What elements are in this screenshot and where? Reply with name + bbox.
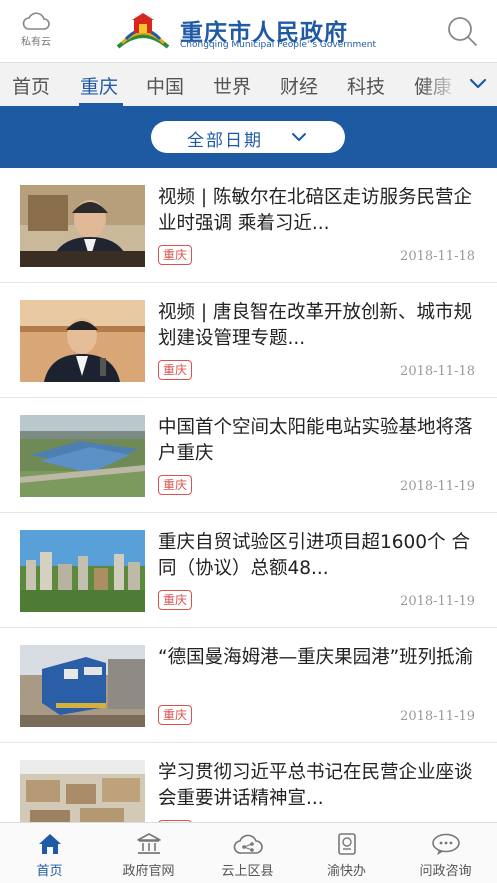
date-filter-label: 全部日期 (187, 131, 263, 151)
date-filter-dropdown[interactable]: 全部日期 (151, 121, 345, 153)
news-title: 视频 | 唐良智在改革开放创新、城市规划建设管理专题... (158, 302, 472, 349)
news-date: 2018-11-18 (400, 249, 475, 264)
news-date: 2018-11-19 (400, 594, 475, 609)
channel-tabs: 首页 重庆 中国 世界 财经 科技 健康 (0, 62, 497, 107)
tab-chongqing[interactable]: 重庆 (80, 72, 118, 99)
news-list: 视频 | 陈敏尔在北碚区走访服务民营企业时强调 乘着习近... 重庆 2018-… (0, 168, 497, 822)
nav-yu-kuai-ban-label: 渝快办 (326, 864, 366, 879)
news-thumbnail (20, 530, 145, 612)
search-icon (448, 17, 477, 46)
chat-bubble-icon (431, 833, 460, 855)
chongqing-emblem (116, 13, 170, 49)
government-logo: 重庆市人民政府 Chongqing Municipal People' s Go… (114, 11, 384, 55)
nav-consultation-label: 问政咨询 (419, 864, 472, 879)
news-date: 2018-11-19 (400, 479, 475, 494)
news-item[interactable]: “德国曼海姆港—重庆果园港”班列抵渝 重庆 2018-11-19 (0, 628, 497, 743)
news-thumbnail (20, 645, 145, 727)
nav-government-site[interactable]: 政府官网 (99, 823, 198, 883)
news-date: 2018-11-19 (400, 709, 475, 724)
news-title: 视频 | 陈敏尔在北碚区走访服务民营企业时强调 乘着习近... (158, 187, 472, 234)
cloud-icon (22, 12, 50, 30)
news-title: 重庆自贸试验区引进项目超1600个 合同（协议）总额48... (158, 532, 470, 579)
news-thumbnail (20, 760, 145, 822)
nav-consultation[interactable]: 问政咨询 (396, 823, 495, 883)
nav-yu-kuai-ban[interactable]: 渝快办 (297, 823, 396, 883)
news-item[interactable]: 中国首个空间太阳能电站实验基地将落户重庆 重庆 2018-11-19 (0, 398, 497, 513)
news-item[interactable]: 学习贯彻习近平总书记在民营企业座谈会重要讲话精神宣... 重庆 (0, 743, 497, 822)
document-service-icon (337, 833, 356, 855)
cloud-share-icon (233, 834, 263, 854)
news-title: 学习贯彻习近平总书记在民营企业座谈会重要讲话精神宣... (158, 762, 473, 809)
news-item[interactable]: 视频 | 陈敏尔在北碚区走访服务民营企业时强调 乘着习近... 重庆 2018-… (0, 168, 497, 283)
chevron-down-icon (469, 78, 487, 89)
news-item[interactable]: 重庆自贸试验区引进项目超1600个 合同（协议）总额48... 重庆 2018-… (0, 513, 497, 628)
search-button[interactable] (445, 14, 479, 48)
government-building-icon (136, 833, 161, 854)
news-tag: 重庆 (158, 245, 193, 265)
nav-home-label: 首页 (36, 864, 63, 879)
tab-finance[interactable]: 财经 (280, 72, 318, 99)
news-tag: 重庆 (158, 360, 193, 380)
nav-government-site-label: 政府官网 (122, 864, 175, 879)
nav-home[interactable]: 首页 (0, 823, 99, 883)
tab-technology[interactable]: 科技 (347, 72, 385, 99)
tab-china[interactable]: 中国 (146, 72, 184, 99)
news-thumbnail (20, 300, 145, 382)
chevron-down-icon (292, 133, 306, 141)
private-cloud-button[interactable]: 私有云 (14, 10, 58, 54)
news-thumbnail (20, 185, 145, 267)
private-cloud-label: 私有云 (21, 37, 51, 48)
nav-cloud-districts-label: 云上区县 (221, 864, 274, 879)
news-title: “德国曼海姆港—重庆果园港”班列抵渝 (158, 647, 474, 668)
more-tabs-button[interactable] (459, 63, 497, 107)
news-date: 2018-11-18 (400, 364, 475, 379)
nav-cloud-districts[interactable]: 云上区县 (198, 823, 297, 883)
news-tag: 重庆 (158, 590, 193, 610)
tab-world[interactable]: 世界 (213, 72, 251, 99)
bottom-navigation: 首页 政府官网 云上区县 渝快办 问政咨询 (0, 822, 497, 883)
news-tag: 重庆 (158, 705, 193, 725)
app-header: 私有云 重庆市人民政府 Chongqing Municipal People' … (0, 0, 497, 62)
news-tag: 重庆 (158, 475, 193, 495)
logo-subtitle: Chongqing Municipal People' s Government (180, 40, 377, 50)
date-filter-bar: 全部日期 (0, 106, 497, 168)
news-title: 中国首个空间太阳能电站实验基地将落户重庆 (158, 417, 473, 464)
news-item[interactable]: 视频 | 唐良智在改革开放创新、城市规划建设管理专题... 重庆 2018-11… (0, 283, 497, 398)
tab-home[interactable]: 首页 (12, 72, 50, 99)
tab-overflow-fade (423, 63, 459, 107)
home-icon (38, 834, 61, 854)
news-thumbnail (20, 415, 145, 497)
